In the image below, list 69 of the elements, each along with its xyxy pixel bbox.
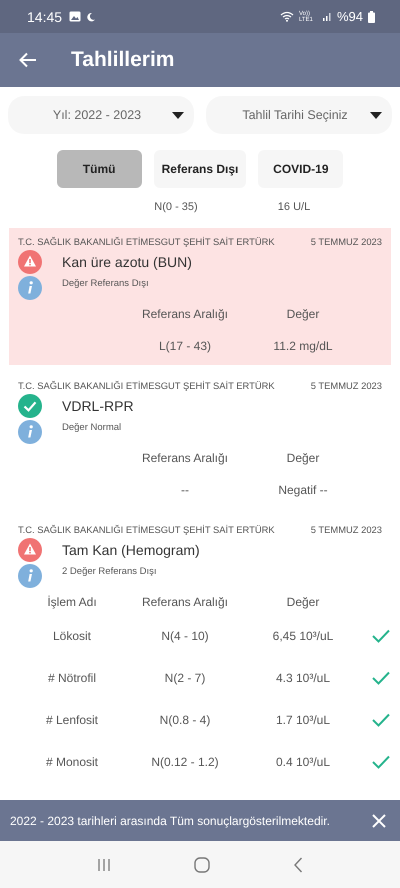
info-button[interactable] [18, 564, 42, 588]
test-name: Tam Kan (Hemogram) [62, 541, 200, 560]
back-arrow-icon [19, 52, 37, 68]
test-name: Kan üre azotu (BUN) [62, 253, 192, 272]
column-header: Değer [286, 451, 320, 465]
table-cell-text: N(2 - 7) [164, 671, 206, 685]
table-cell-text: Negatif -- [277, 483, 329, 497]
wifi-icon [280, 11, 294, 22]
dropdown[interactable]: Yıl: 2022 - 2023 [8, 96, 194, 134]
dropdown-caret-icon [172, 112, 184, 118]
snackbar-message: 2022 - 2023 tarihleri arasında Tüm sonuçlargösterilmektedir. [10, 814, 331, 828]
institution-name: T.C. SAĞLIK BAKANLIĞI ETİMESGUT ŞEHİT SAİT ERTÜRK [18, 524, 275, 534]
dropdown[interactable]: Tahlil Tarihi Seçiniz [206, 96, 392, 134]
signal-icon [322, 12, 332, 22]
column-header: Referans Aralığı [140, 595, 230, 609]
warning-icon [18, 250, 42, 274]
table-cell-text: 0.4 10³/uL [274, 755, 332, 769]
image-icon [69, 11, 82, 22]
back-button[interactable] [19, 52, 37, 68]
result-note: Değer Normal [62, 421, 122, 435]
test-name: VDRL-RPR [62, 397, 134, 416]
check-circle-icon [18, 394, 42, 418]
column-header: İşlem Adı [46, 595, 98, 609]
filter-chip[interactable]: Tümü [56, 150, 142, 188]
battery-label: %94 [336, 9, 363, 24]
result-date: 5 TEMMUZ 2023 [310, 380, 382, 390]
close-button[interactable] [372, 814, 386, 828]
table-cell-text: 4.3 10³/uL [274, 671, 332, 685]
table-cell-text: Lökosit [52, 629, 92, 643]
battery-icon [368, 10, 375, 22]
filter-chip[interactable]: COVID-19 [258, 150, 344, 188]
clock: 14:45 [27, 8, 62, 24]
result-date: 5 TEMMUZ 2023 [310, 524, 382, 534]
info-icon [18, 420, 42, 444]
screen-title: Tahlillerim [71, 48, 174, 72]
info-button[interactable] [18, 276, 42, 300]
recent-apps-icon [96, 858, 111, 872]
warning-icon [18, 538, 42, 562]
close-icon [372, 814, 386, 828]
table-cell-text: N(0.12 - 1.2) [150, 755, 220, 769]
table-cell-text: # Nötrofil [46, 671, 98, 685]
result-note: 2 Değer Referans Dışı [62, 565, 158, 579]
table-cell-text: -- [180, 483, 190, 497]
column-header: Değer [286, 307, 320, 321]
result-note: Değer Referans Dışı [62, 277, 150, 291]
info-icon [18, 564, 42, 588]
column-header: Referans Aralığı [140, 307, 230, 321]
filter-chip[interactable]: Referans Dışı [154, 150, 246, 188]
table-cell-text: 1.7 10³/uL [274, 713, 332, 727]
table-cell-text: 16 U/L [276, 201, 312, 213]
table-cell-text: 11.2 mg/dL [272, 339, 334, 353]
table-cell-text: N(0 - 35) [153, 201, 199, 213]
moon-icon [86, 12, 96, 22]
dropdown-caret-icon [370, 112, 382, 118]
table-cell-text: N(4 - 10) [160, 629, 210, 643]
table-cell-text: N(0.8 - 4) [158, 713, 212, 727]
institution-name: T.C. SAĞLIK BAKANLIĞI ETİMESGUT ŞEHİT SAİT ERTÜRK [18, 236, 275, 246]
column-header: Referans Aralığı [140, 451, 230, 465]
table-cell-text: # Monosit [44, 755, 100, 769]
column-header: Değer [286, 595, 320, 609]
info-button[interactable] [18, 420, 42, 444]
table-cell-text: 6,45 10³/uL [272, 629, 334, 643]
result-date: 5 TEMMUZ 2023 [310, 236, 382, 246]
table-cell-text: # Lenfosit [44, 713, 100, 727]
institution-name: T.C. SAĞLIK BAKANLIĞI ETİMESGUT ŞEHİT SAİT ERTÜRK [18, 380, 275, 390]
table-cell-text: L(17 - 43) [158, 339, 212, 353]
info-icon [18, 276, 42, 300]
back-icon [293, 856, 304, 872]
home-icon [194, 856, 210, 872]
